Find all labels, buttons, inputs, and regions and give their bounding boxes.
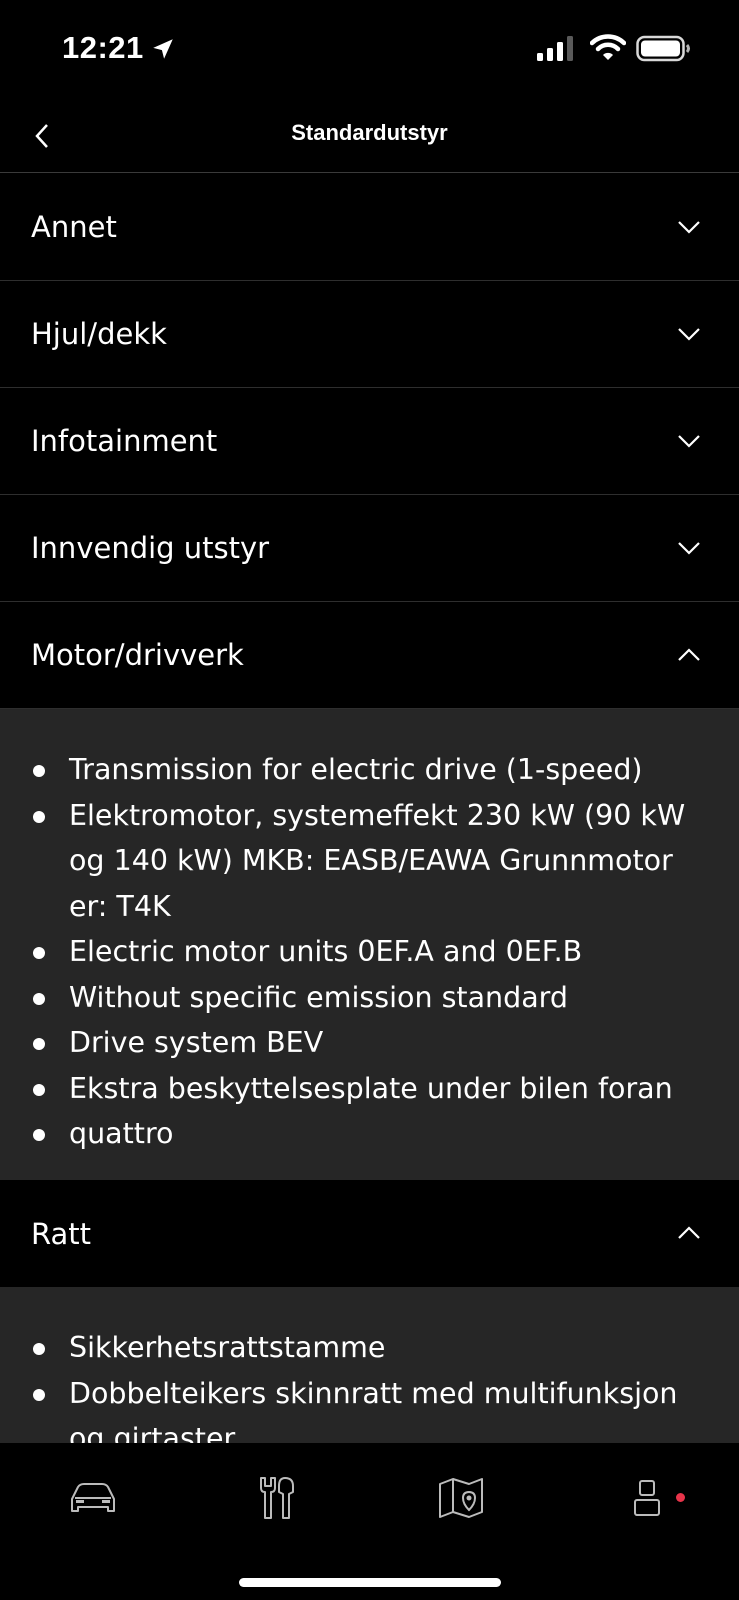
tab-bar: [0, 1443, 739, 1600]
list-item: Without specific emission standard: [31, 975, 699, 1021]
section-label: Annet: [31, 210, 117, 244]
section-header-annet[interactable]: Annet: [0, 174, 739, 281]
list-item: Electric motor units 0EF.A and 0EF.B: [31, 929, 699, 975]
section-label: Ratt: [31, 1216, 92, 1251]
section-label: Hjul/dekk: [31, 317, 167, 351]
tab-profile[interactable]: [617, 1473, 677, 1523]
chevron-down-icon: [678, 221, 700, 234]
notification-badge: [676, 1493, 685, 1502]
battery-icon: [636, 35, 690, 62]
location-arrow-icon: [153, 39, 173, 59]
section-header-hjul-dekk[interactable]: Hjul/dekk: [0, 281, 739, 388]
screen: 12:21 Standardutstyr Annet Hjul/dekk Inf…: [0, 0, 739, 1600]
equipment-list: Sikkerhetsrattstamme Dobbelteikers skinn…: [31, 1325, 699, 1447]
tab-tools[interactable]: [247, 1473, 307, 1523]
equipment-list: Transmission for electric drive (1-speed…: [31, 747, 699, 1157]
section-label: Infotainment: [31, 424, 218, 458]
section-header-ratt[interactable]: Ratt: [0, 1180, 739, 1287]
list-item: Elektromotor, systemeffekt 230 kW (90 kW…: [31, 793, 699, 930]
list-item: Transmission for electric drive (1-speed…: [31, 747, 699, 793]
section-header-infotainment[interactable]: Infotainment: [0, 388, 739, 495]
cellular-signal-icon: [537, 36, 573, 61]
list-item: Sikkerhetsrattstamme: [31, 1325, 699, 1371]
page-title: Standardutstyr: [291, 120, 448, 145]
tab-car[interactable]: [63, 1473, 123, 1523]
section-header-innvendig-utstyr[interactable]: Innvendig utstyr: [0, 495, 739, 602]
equipment-accordion: Annet Hjul/dekk Infotainment Innvendig u…: [0, 174, 739, 1447]
home-indicator[interactable]: [239, 1578, 501, 1587]
list-item: quattro: [31, 1111, 699, 1157]
chevron-down-icon: [678, 328, 700, 341]
chevron-down-icon: [678, 542, 700, 555]
status-bar: 12:21: [0, 0, 739, 100]
list-item: Drive system BEV: [31, 1020, 699, 1066]
section-label: Motor/drivverk: [31, 638, 244, 672]
section-header-motor-drivverk[interactable]: Motor/drivverk: [0, 602, 739, 709]
list-item: Dobbelteikers skinnratt med multifunksjo…: [31, 1371, 699, 1447]
nav-header: Standardutstyr: [0, 100, 739, 173]
section-body-motor-drivverk: Transmission for electric drive (1-speed…: [0, 709, 739, 1180]
status-time: 12:21: [62, 30, 144, 65]
wifi-icon: [590, 34, 626, 60]
car-icon: [71, 1483, 115, 1512]
list-item: Ekstra beskyttelsesplate under bilen for…: [31, 1066, 699, 1112]
tab-map[interactable]: [431, 1473, 491, 1523]
map-icon: [439, 1478, 483, 1518]
section-body-ratt: Sikkerhetsrattstamme Dobbelteikers skinn…: [0, 1287, 739, 1447]
chevron-up-icon: [678, 1226, 700, 1239]
chevron-up-icon: [678, 648, 700, 661]
section-label: Innvendig utstyr: [31, 531, 270, 565]
chevron-down-icon: [678, 435, 700, 448]
profile-icon: [634, 1480, 660, 1516]
tools-icon: [260, 1477, 294, 1519]
